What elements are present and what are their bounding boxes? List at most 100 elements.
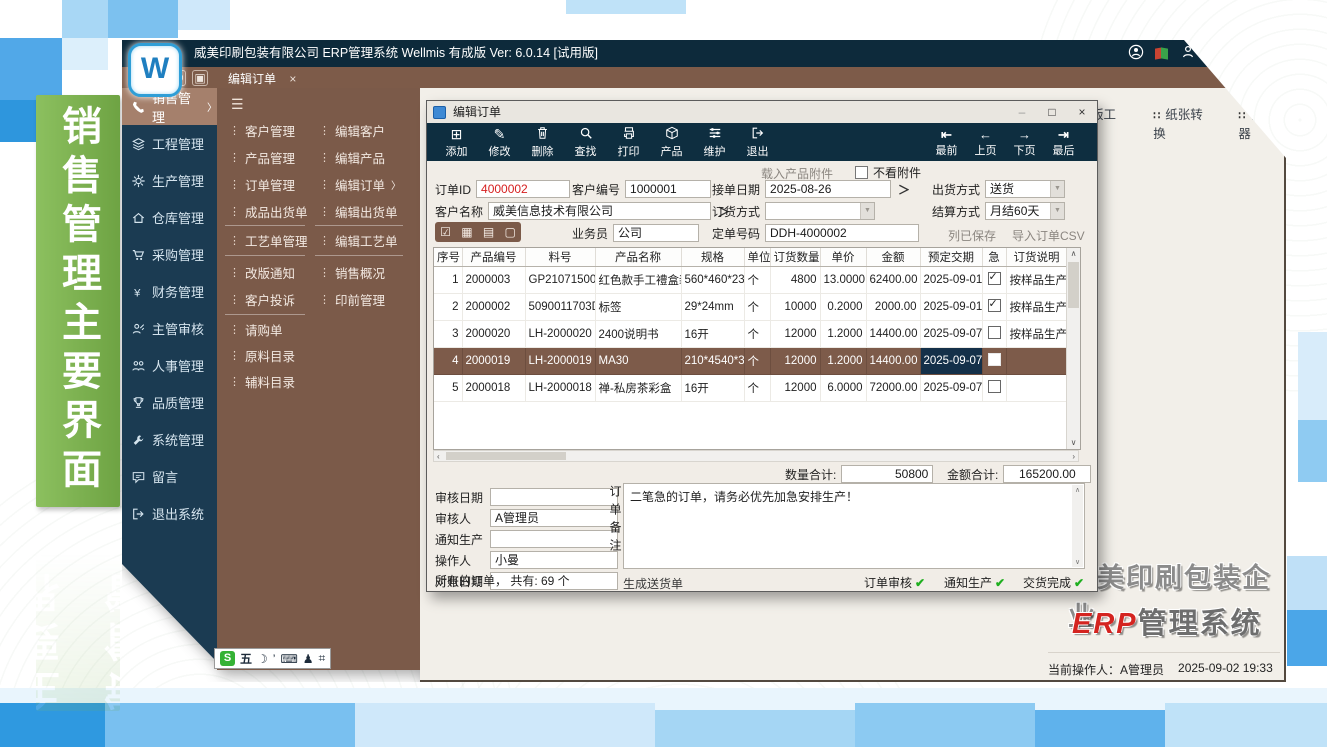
table-cell[interactable]: 标签 [595, 294, 681, 321]
table-cell[interactable]: GP210715008 [525, 267, 595, 294]
customer-no-input[interactable]: 1000001 [625, 180, 711, 198]
maintain-button[interactable]: 维护 [693, 126, 736, 159]
delivery-complete-flag[interactable]: 交货完成✔ [1023, 574, 1084, 591]
table-cell[interactable] [982, 348, 1006, 375]
submenu-item-orders[interactable]: ⋮订单管理 [229, 175, 295, 194]
user-circle-icon[interactable] [1128, 44, 1144, 65]
urgent-checkbox[interactable] [988, 272, 1001, 285]
table-cell[interactable]: 2000018 [462, 375, 525, 402]
horizontal-scrollbar[interactable]: ‹ › [433, 450, 1079, 462]
receive-date-input[interactable]: 2025-08-26 [765, 180, 891, 198]
table-cell[interactable]: 个 [744, 321, 770, 348]
submenu-item-sales-overview[interactable]: ⋮销售概况 [319, 263, 385, 282]
table-cell[interactable]: 个 [744, 348, 770, 375]
edit-button[interactable]: ✎修改 [478, 126, 521, 159]
submenu-item-edit-order[interactable]: ⋮编辑订单〉 [319, 175, 401, 194]
table-cell[interactable]: 1 [434, 267, 462, 294]
table-cell[interactable]: LH-2000018 [525, 375, 595, 402]
submenu-item-revision-notice[interactable]: ⋮改版通知 [229, 263, 295, 282]
table-row[interactable]: 52000018LH-2000018禅-私房茶彩盒16开个120006.0000… [434, 375, 1067, 402]
column-header[interactable]: 急 [982, 248, 1006, 267]
ime-logo-icon[interactable]: S [220, 651, 235, 666]
table-cell[interactable] [1006, 348, 1067, 375]
submenu-item-edit-customer[interactable]: ⋮编辑客户 [319, 121, 385, 140]
sidebar-item-finance[interactable]: ¥ 财务管理 [122, 273, 217, 310]
last-record-button[interactable]: ⇥最后 [1044, 127, 1083, 158]
sidebar-item-hr[interactable]: 人事管理 [122, 347, 217, 384]
sidebar-item-engineering[interactable]: 工程管理 [122, 125, 217, 162]
table-cell[interactable]: 16开 [681, 321, 744, 348]
date-picker-button[interactable]: ＞ [898, 181, 910, 198]
ime-punct-icon[interactable]: ’ [273, 652, 276, 666]
table-cell[interactable]: 5090011703D [525, 294, 595, 321]
scroll-down-icon[interactable]: ∨ [1067, 437, 1080, 449]
ime-moon-icon[interactable]: ☽ [257, 652, 268, 666]
scrollbar-thumb[interactable] [446, 452, 566, 460]
sidebar-item-system[interactable]: 系统管理 [122, 421, 217, 458]
table-cell[interactable]: 2025-09-07 [920, 348, 982, 375]
table-cell[interactable]: 2400说明书 [595, 321, 681, 348]
table-cell[interactable]: 按样品生产 [1006, 321, 1067, 348]
delete-button[interactable]: 删除 [521, 126, 564, 159]
submenu-item-shipments[interactable]: ⋮成品出货单 [229, 202, 308, 221]
urgent-checkbox[interactable] [988, 326, 1001, 339]
exit-button[interactable]: 退出 [736, 126, 779, 159]
table-cell[interactable]: 2025-09-01 [920, 294, 982, 321]
notify-production-flag[interactable]: 通知生产✔ [944, 574, 1005, 591]
table-cell[interactable]: 个 [744, 294, 770, 321]
dropdown-arrow-icon[interactable]: ▼ [1050, 181, 1064, 197]
prev-page-button[interactable]: ←上页 [966, 127, 1005, 158]
table-cell[interactable]: 按样品生产 [1006, 294, 1067, 321]
column-header[interactable]: 订货说明 [1006, 248, 1067, 267]
column-header[interactable]: 金额 [866, 248, 920, 267]
table-cell[interactable]: 62400.00 [866, 267, 920, 294]
table-cell[interactable]: 2 [434, 294, 462, 321]
close-button[interactable]: × [1067, 101, 1097, 123]
operator-input[interactable]: 小曼 [490, 551, 618, 569]
customer-name-input[interactable]: 威美信息技术有限公司 [488, 202, 711, 220]
ship-method-select[interactable]: 送货▼ [985, 180, 1065, 198]
table-cell[interactable]: 14400.00 [866, 321, 920, 348]
submenu-item-raw-materials[interactable]: ⋮原料目录 [229, 346, 295, 365]
search-button[interactable]: 查找 [564, 126, 607, 159]
sidebar-item-production[interactable]: 生产管理 [122, 162, 217, 199]
submenu-item-aux-materials[interactable]: ⋮辅料目录 [229, 372, 295, 391]
table-row[interactable]: 12000003GP210715008红色款手工禮盒装560*460*230个4… [434, 267, 1067, 294]
table-cell[interactable] [982, 294, 1006, 321]
order-audit-flag[interactable]: 订单审核✔ [864, 574, 925, 591]
sidebar-item-warehouse[interactable]: 仓库管理 [122, 199, 217, 236]
urgent-checkbox[interactable] [988, 353, 1001, 366]
submenu-item-prepress[interactable]: ⋮印前管理 [319, 290, 385, 309]
tab-close-icon[interactable]: × [289, 72, 296, 86]
table-cell[interactable]: 红色款手工禮盒装 [595, 267, 681, 294]
table-cell[interactable]: 1.2000 [820, 321, 866, 348]
table-cell[interactable]: 29*24mm [681, 294, 744, 321]
tool-paper-convert[interactable]: ∷纸张转换 [1153, 104, 1210, 142]
import-csv-link[interactable]: 导入订单CSV [1012, 227, 1085, 244]
dropdown-arrow-icon[interactable]: ▼ [860, 203, 874, 219]
table-cell[interactable]: 560*460*230 [681, 267, 744, 294]
table-cell[interactable] [1006, 375, 1067, 402]
submenu-item-edit-shipment[interactable]: ⋮编辑出货单 [319, 202, 398, 221]
order-id-input[interactable]: 4000002 [476, 180, 570, 198]
table-cell[interactable]: 13.0000 [820, 267, 866, 294]
submenu-item-products[interactable]: ⋮产品管理 [229, 148, 295, 167]
column-header[interactable]: 订货数量 [770, 248, 820, 267]
table-cell[interactable]: 210*4540*354 [681, 348, 744, 375]
table-row[interactable]: 32000020LH-20000202400说明书16开个120001.2000… [434, 321, 1067, 348]
vertical-scrollbar[interactable]: ∧ ∨ [1066, 248, 1080, 449]
settle-method-select[interactable]: 月结60天▼ [985, 202, 1065, 220]
table-cell[interactable]: 10000 [770, 294, 820, 321]
maximize-button[interactable]: □ [1037, 101, 1067, 123]
table-cell[interactable]: 按样品生产 [1006, 267, 1067, 294]
table-cell[interactable]: 4 [434, 348, 462, 375]
ime-settings-icon[interactable]: ⌗ [319, 651, 326, 666]
table-cell[interactable]: 2000020 [462, 321, 525, 348]
ime-person-icon[interactable]: ♟ [303, 652, 314, 666]
table-cell[interactable]: 3 [434, 321, 462, 348]
table-cell[interactable]: 16开 [681, 375, 744, 402]
column-header[interactable]: 单位 [744, 248, 770, 267]
table-cell[interactable]: 2000002 [462, 294, 525, 321]
table-cell[interactable] [982, 267, 1006, 294]
table-cell[interactable]: 12000 [770, 348, 820, 375]
